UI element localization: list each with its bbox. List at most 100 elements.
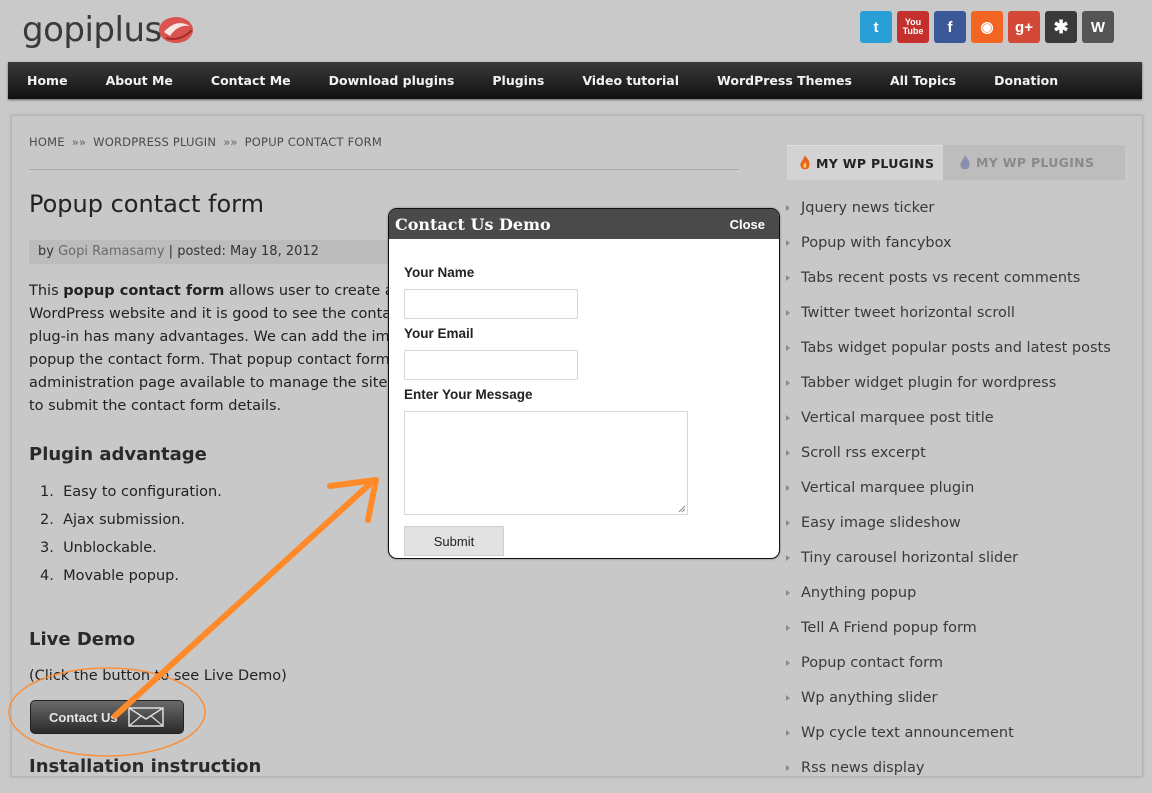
bullet-arrow-icon: [786, 450, 790, 456]
modal-title: Contact Us Demo: [395, 214, 551, 234]
divider: [29, 169, 739, 170]
contact-modal: Contact Us Demo Close Your Name Your Ema…: [388, 208, 780, 559]
submit-button[interactable]: Submit: [404, 526, 504, 556]
bullet-arrow-icon: [786, 380, 790, 386]
nav-item-plugins[interactable]: Plugins: [492, 73, 544, 88]
sidebar-item[interactable]: Jquery news ticker: [785, 198, 1111, 233]
site-logo[interactable]: gopiplus: [22, 10, 162, 50]
list-item: 4. Movable popup.: [40, 568, 179, 584]
sidebar-item[interactable]: Tabs widget popular posts and latest pos…: [785, 338, 1111, 373]
intro-text: This: [29, 283, 64, 299]
modal-close-button[interactable]: Close: [730, 217, 765, 232]
bullet-arrow-icon: [786, 240, 790, 246]
sidebar-item-label: Popup with fancybox: [801, 235, 952, 251]
nav-item-all-topics[interactable]: All Topics: [890, 73, 956, 88]
nav-item-video-tutorial[interactable]: Video tutorial: [582, 73, 679, 88]
nav-item-wordpress-themes[interactable]: WordPress Themes: [717, 73, 852, 88]
bullet-arrow-icon: [786, 555, 790, 561]
nav-item-about-me[interactable]: About Me: [106, 73, 173, 88]
youtube-icon[interactable]: You Tube: [897, 11, 929, 43]
sidebar-item[interactable]: Rss news display: [785, 758, 1111, 793]
sidebar-item-label: Tabs recent posts vs recent comments: [801, 270, 1081, 286]
sidebar-item[interactable]: Wp cycle text announcement: [785, 723, 1111, 758]
nav-item-home[interactable]: Home: [27, 73, 68, 88]
modal-header[interactable]: Contact Us Demo Close: [389, 209, 779, 239]
breadcrumb-wordpress-plugin[interactable]: WORDPRESS PLUGIN: [93, 135, 216, 149]
sidebar-tabs: MY WP PLUGINS MY WP PLUGINS: [787, 145, 1125, 180]
rss-icon[interactable]: ◉: [971, 11, 1003, 43]
list-item: 2. Ajax submission.: [40, 512, 185, 528]
bullet-arrow-icon: [786, 695, 790, 701]
list-item: 3. Unblockable.: [40, 540, 157, 556]
breadcrumb-separator: »»: [71, 135, 87, 149]
sidebar-item-label: Rss news display: [801, 760, 925, 776]
contact-us-label: Contact Us: [49, 709, 118, 725]
sidebar-item-label: Popup contact form: [801, 655, 943, 671]
intro-text: popup the contact form. That popup conta…: [29, 352, 390, 368]
bullet-arrow-icon: [786, 625, 790, 631]
sidebar-item[interactable]: Tabber widget plugin for wordpress: [785, 373, 1111, 408]
bullet-arrow-icon: [786, 520, 790, 526]
meta-posted: | posted: May 18, 2012: [164, 244, 319, 259]
social-icons: t You Tube f ◉ g+ ✱ W: [860, 11, 1114, 43]
name-field[interactable]: [404, 289, 578, 319]
nav-item-contact-me[interactable]: Contact Me: [211, 73, 291, 88]
twitter-icon[interactable]: t: [860, 11, 892, 43]
breadcrumb-current: POPUP CONTACT FORM: [244, 135, 382, 149]
sidebar-item[interactable]: Anything popup: [785, 583, 1111, 618]
sidebar-item[interactable]: Tell A Friend popup form: [785, 618, 1111, 653]
email-field[interactable]: [404, 350, 578, 380]
sidebar-item[interactable]: Easy image slideshow: [785, 513, 1111, 548]
bullet-arrow-icon: [786, 765, 790, 771]
joomla-icon[interactable]: ✱: [1045, 11, 1077, 43]
sidebar-item[interactable]: Vertical marquee post title: [785, 408, 1111, 443]
tab-label: MY WP PLUGINS: [976, 155, 1095, 170]
intro-text: allows user to create an: [224, 283, 403, 299]
advantage-list: 1. Easy to configuration. 2. Ajax submis…: [40, 482, 222, 594]
bullet-arrow-icon: [786, 345, 790, 351]
wordpress-icon[interactable]: W: [1082, 11, 1114, 43]
name-label: Your Name: [404, 265, 475, 280]
contact-us-button[interactable]: Contact Us: [30, 700, 184, 734]
tab-my-wp-plugins[interactable]: MY WP PLUGINS: [943, 145, 1094, 180]
sidebar-item-label: Tabber widget plugin for wordpress: [801, 375, 1057, 391]
sidebar-item[interactable]: Popup contact form: [785, 653, 1111, 688]
breadcrumb-home[interactable]: HOME: [29, 135, 65, 149]
tab-my-wp-plugins-active[interactable]: MY WP PLUGINS: [787, 145, 943, 180]
email-label: Your Email: [404, 326, 474, 341]
message-label: Enter Your Message: [404, 387, 533, 402]
main-nav: Home About Me Contact Me Download plugins Pl…: [8, 62, 1142, 99]
bullet-arrow-icon: [786, 730, 790, 736]
message-textarea[interactable]: [404, 411, 688, 515]
sidebar-item[interactable]: Wp anything slider: [785, 688, 1111, 723]
nav-item-donation[interactable]: Donation: [994, 73, 1058, 88]
sidebar-item[interactable]: Scroll rss excerpt: [785, 443, 1111, 478]
logo-swirl-icon: [159, 17, 193, 43]
resize-grip-icon[interactable]: [678, 505, 686, 513]
sidebar-item[interactable]: Vertical marquee plugin: [785, 478, 1111, 513]
sidebar-item[interactable]: Popup with fancybox: [785, 233, 1111, 268]
sidebar-item-label: Jquery news ticker: [801, 200, 935, 216]
sidebar-item[interactable]: Tabs recent posts vs recent comments: [785, 268, 1111, 303]
bullet-arrow-icon: [786, 660, 790, 666]
nav-item-download-plugins[interactable]: Download plugins: [329, 73, 455, 88]
sidebar-item-label: Anything popup: [801, 585, 917, 601]
intro-text: to submit the contact form details.: [29, 398, 282, 414]
sidebar-item-label: Twitter tweet horizontal scroll: [801, 305, 1015, 321]
sidebar-item-label: Vertical marquee post title: [801, 410, 994, 426]
sidebar-item[interactable]: Tiny carousel horizontal slider: [785, 548, 1111, 583]
author-link[interactable]: Gopi Ramasamy: [58, 244, 164, 259]
sidebar-item-label: Tiny carousel horizontal slider: [801, 550, 1019, 566]
sidebar-item-label: Vertical marquee plugin: [801, 480, 975, 496]
bullet-arrow-icon: [786, 310, 790, 316]
sidebar-item-label: Easy image slideshow: [801, 515, 961, 531]
post-meta: by Gopi Ramasamy | posted: May 18, 2012: [29, 240, 399, 264]
sidebar-item[interactable]: Twitter tweet horizontal scroll: [785, 303, 1111, 338]
sidebar-item-label: Wp cycle text announcement: [801, 725, 1014, 741]
bullet-arrow-icon: [786, 275, 790, 281]
google-plus-icon[interactable]: g+: [1008, 11, 1040, 43]
flame-icon: [800, 155, 810, 170]
intro-bold: popup contact form: [63, 283, 225, 299]
intro-text: WordPress website and it is good to see …: [29, 306, 392, 322]
facebook-icon[interactable]: f: [934, 11, 966, 43]
